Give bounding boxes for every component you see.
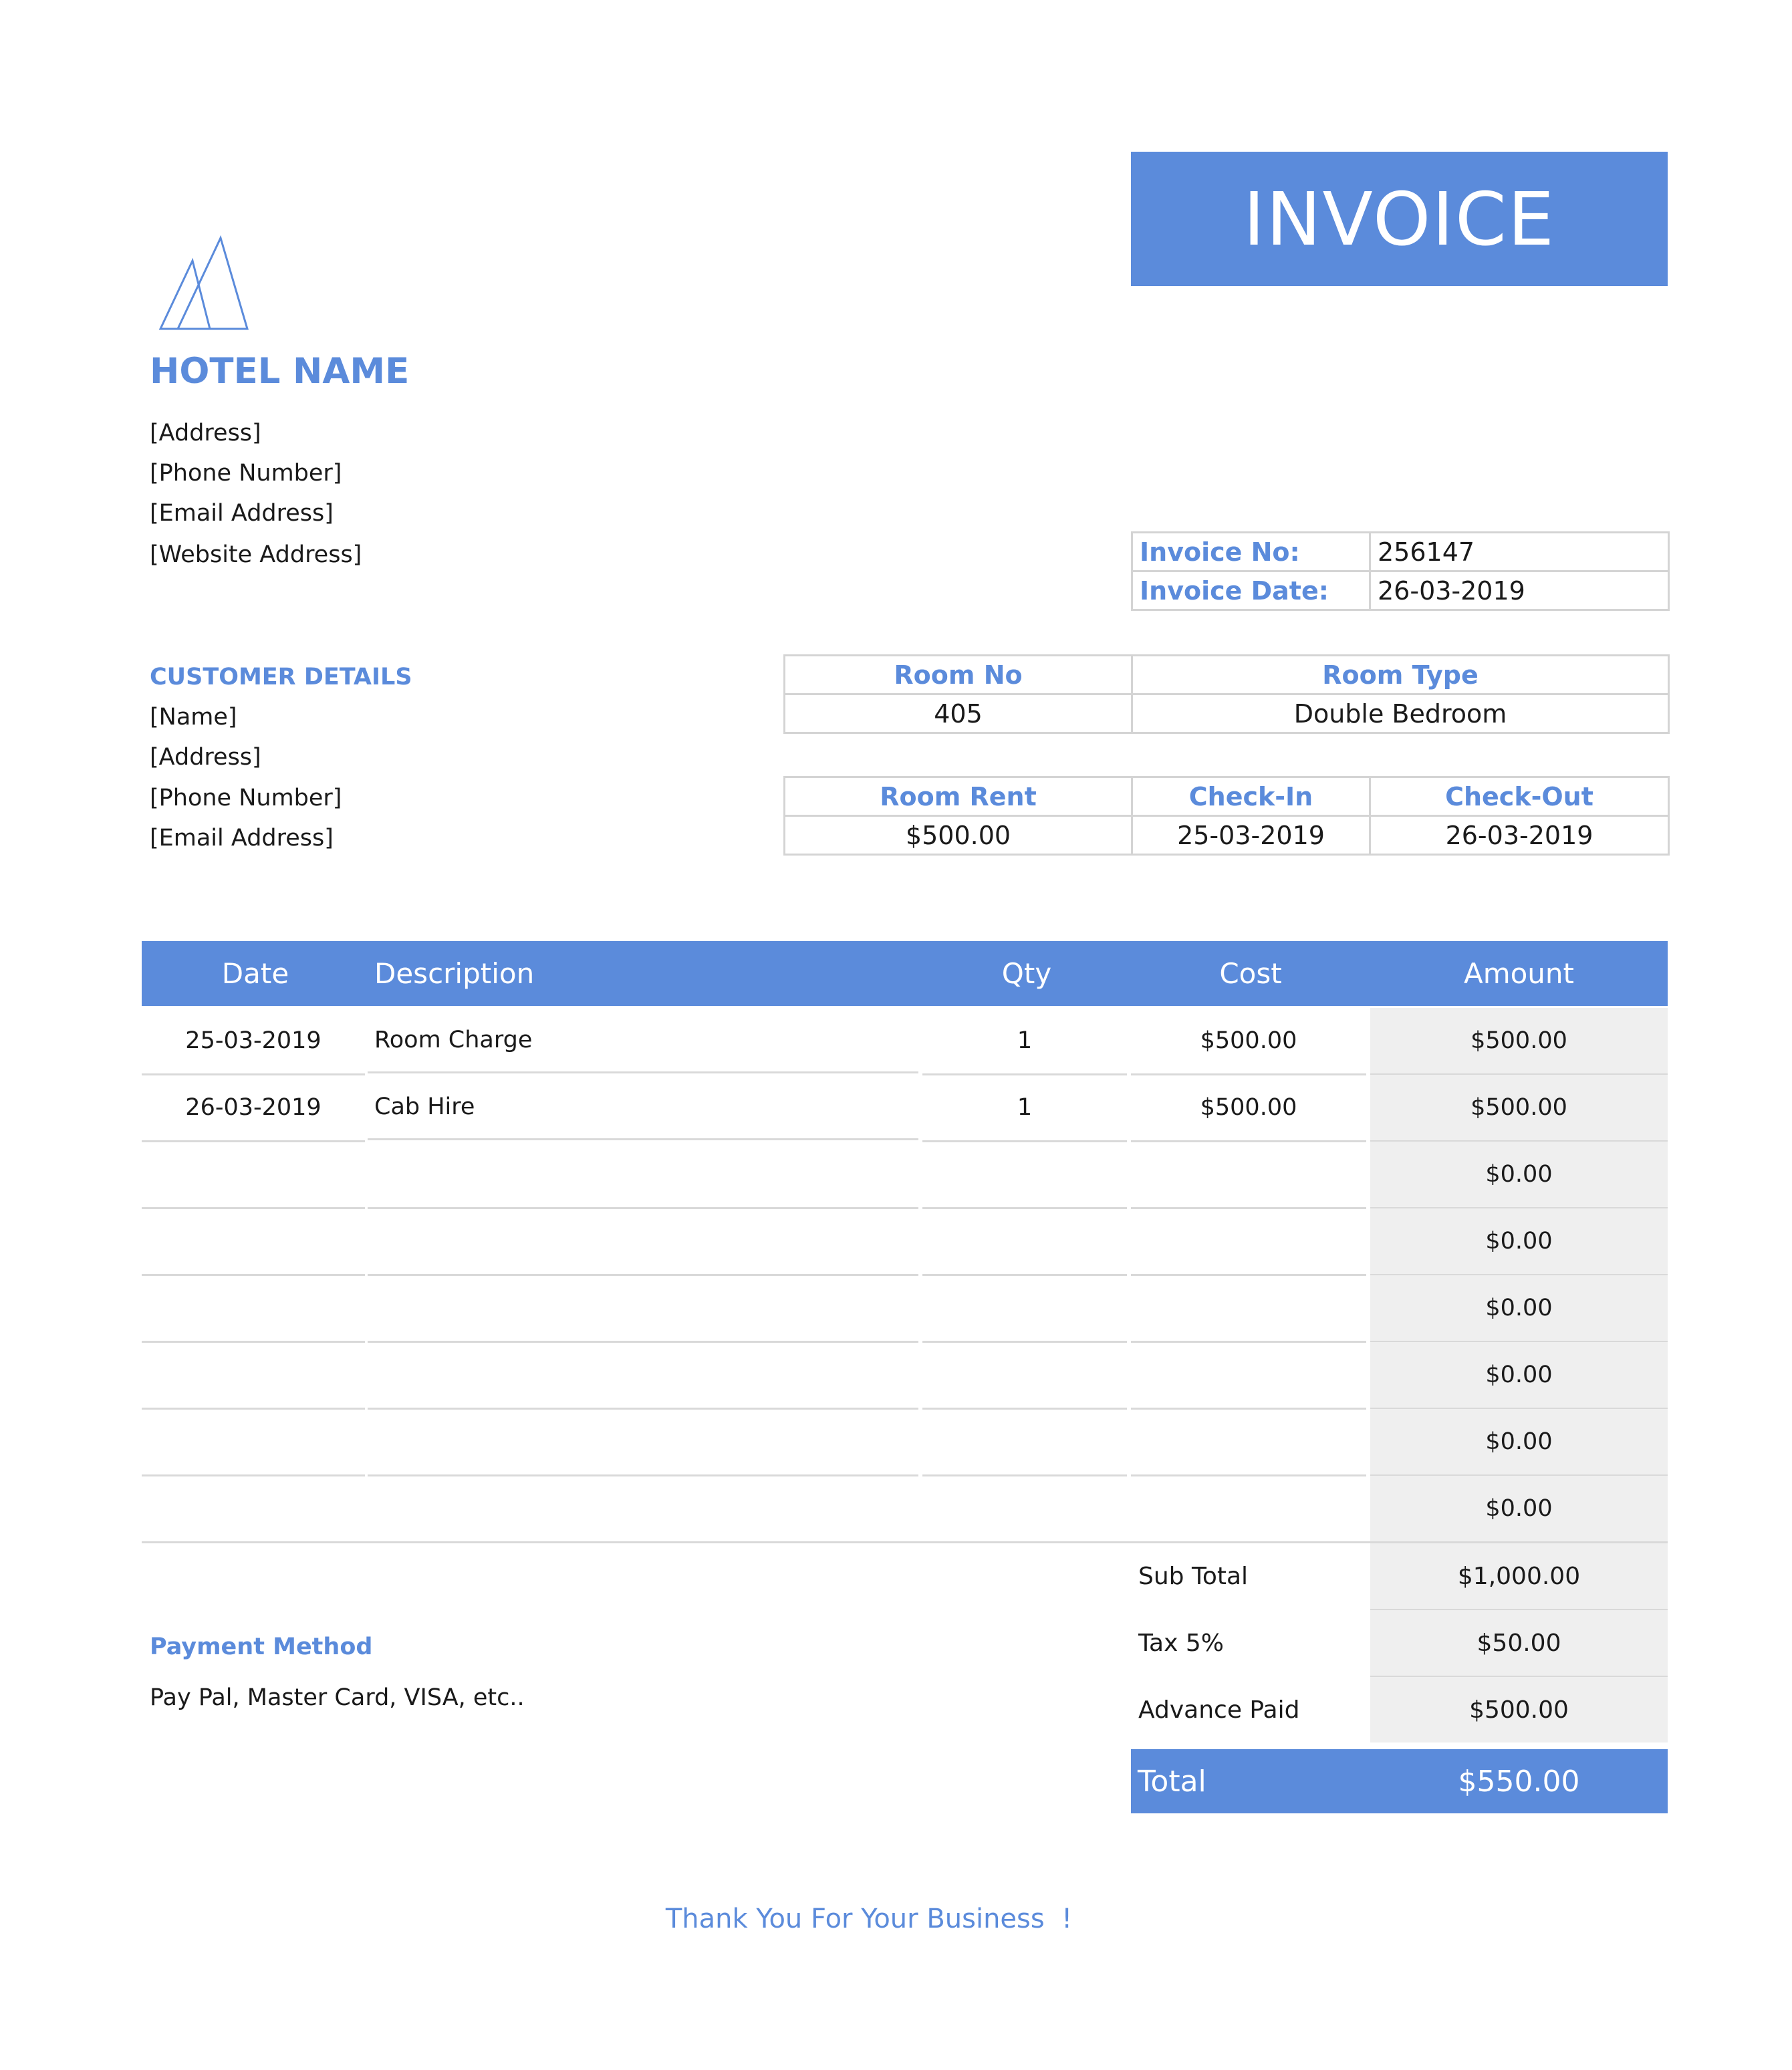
row-cost: $500.00	[1131, 1075, 1366, 1142]
header-date: Date	[221, 957, 289, 990]
row-description	[368, 1142, 918, 1209]
invoice-no-value: 256147	[1369, 531, 1670, 572]
header-cost: Cost	[1219, 957, 1282, 990]
room-rent-label: Room Rent	[783, 776, 1133, 817]
row-date: 25-03-2019	[142, 1008, 365, 1075]
check-in-label: Check-In	[1131, 776, 1371, 817]
room-type-value: Double Bedroom	[1131, 693, 1670, 734]
row-cost: $500.00	[1131, 1008, 1366, 1075]
row-description	[368, 1342, 918, 1410]
row-qty	[922, 1142, 1127, 1209]
row-amount: $0.00	[1370, 1275, 1668, 1343]
payment-methods: Pay Pal, Master Card, VISA, etc..	[150, 1684, 525, 1711]
advance-paid-value: $500.00	[1370, 1677, 1668, 1742]
tax-value: $50.00	[1370, 1610, 1668, 1678]
invoice-title: INVOICE	[1243, 176, 1556, 262]
total-value: $550.00	[1458, 1764, 1580, 1799]
row-amount: $0.00	[1370, 1409, 1668, 1476]
row-qty	[922, 1409, 1127, 1476]
row-date: 26-03-2019	[142, 1075, 365, 1142]
row-description: Room Charge	[368, 1008, 918, 1073]
subtotal-value: $1,000.00	[1370, 1543, 1668, 1611]
header-qty: Qty	[1001, 957, 1052, 990]
row-qty	[922, 1342, 1127, 1410]
table-row: $0.00	[142, 1342, 1668, 1410]
table-row: $0.00	[142, 1275, 1668, 1343]
invoice-date-value: 26-03-2019	[1369, 570, 1670, 611]
row-cost	[1131, 1409, 1366, 1476]
row-qty: 1	[922, 1075, 1127, 1142]
header-description: Description	[374, 957, 535, 990]
customer-name: [Name]	[150, 704, 237, 731]
row-description: Cab Hire	[368, 1075, 918, 1140]
subtotal-label: Sub Total	[1138, 1562, 1249, 1590]
row-amount: $0.00	[1370, 1208, 1668, 1276]
row-date	[142, 1342, 365, 1410]
customer-phone: [Phone Number]	[150, 785, 342, 811]
row-date	[142, 1409, 365, 1476]
row-cost	[1131, 1142, 1366, 1209]
customer-address: [Address]	[150, 744, 261, 771]
check-out-value: 26-03-2019	[1369, 815, 1670, 856]
hotel-address: [Address]	[150, 420, 261, 446]
stay-info-table: Room Rent Check-In Check-Out $500.00 25-…	[783, 776, 1670, 856]
row-description	[368, 1208, 918, 1276]
items-table-header: Date Description Qty Cost Amount	[142, 941, 1668, 1006]
row-cost	[1131, 1275, 1366, 1343]
room-no-label: Room No	[783, 654, 1133, 695]
invoice-date-label: Invoice Date:	[1131, 570, 1371, 611]
row-description	[368, 1409, 918, 1476]
row-amount: $0.00	[1370, 1476, 1668, 1543]
row-amount: $500.00	[1370, 1008, 1668, 1075]
row-cost	[1131, 1342, 1366, 1410]
payment-method-heading: Payment Method	[150, 1634, 373, 1660]
table-row: $0.00	[142, 1409, 1668, 1476]
invoice-title-banner: INVOICE	[1131, 152, 1668, 286]
table-row: 26-03-2019 Cab Hire 1 $500.00 $500.00	[142, 1075, 1668, 1142]
check-out-label: Check-Out	[1369, 776, 1670, 817]
row-description	[368, 1476, 918, 1543]
total-bar: Total $550.00	[1131, 1749, 1668, 1813]
thank-you-message: Thank You For Your Business !	[665, 1904, 1073, 1934]
row-amount: $500.00	[1370, 1075, 1668, 1142]
invoice-meta-table: Invoice No: 256147 Invoice Date: 26-03-2…	[1131, 531, 1670, 611]
header-amount: Amount	[1463, 957, 1575, 990]
total-label: Total	[1138, 1764, 1206, 1799]
tax-label: Tax 5%	[1138, 1629, 1224, 1657]
hotel-name: HOTEL NAME	[150, 351, 410, 392]
table-row: 25-03-2019 Room Charge 1 $500.00 $500.00	[142, 1008, 1668, 1075]
hotel-email: [Email Address]	[150, 500, 334, 527]
invoice-no-label: Invoice No:	[1131, 531, 1371, 572]
row-cost	[1131, 1208, 1366, 1276]
room-no-value: 405	[783, 693, 1133, 734]
row-qty	[922, 1208, 1127, 1276]
row-date	[142, 1142, 365, 1209]
row-cost	[1131, 1476, 1366, 1543]
table-row: $0.00	[142, 1142, 1668, 1209]
room-info-table: Room No Room Type 405 Double Bedroom	[783, 654, 1670, 734]
room-type-label: Room Type	[1131, 654, 1670, 695]
row-qty	[922, 1476, 1127, 1543]
check-in-value: 25-03-2019	[1131, 815, 1371, 856]
row-qty: 1	[922, 1008, 1127, 1075]
hotel-logo-icon	[158, 235, 249, 330]
row-date	[142, 1476, 365, 1543]
row-description	[368, 1275, 918, 1343]
customer-details-heading: CUSTOMER DETAILS	[150, 664, 412, 690]
table-row: $0.00	[142, 1476, 1668, 1543]
hotel-website: [Website Address]	[150, 541, 362, 568]
customer-email: [Email Address]	[150, 825, 334, 852]
row-date	[142, 1275, 365, 1343]
row-amount: $0.00	[1370, 1142, 1668, 1209]
row-date	[142, 1208, 365, 1276]
advance-paid-label: Advance Paid	[1138, 1696, 1300, 1724]
row-qty	[922, 1275, 1127, 1343]
hotel-phone: [Phone Number]	[150, 460, 342, 487]
room-rent-value: $500.00	[783, 815, 1133, 856]
table-row: $0.00	[142, 1208, 1668, 1276]
row-amount: $0.00	[1370, 1342, 1668, 1410]
